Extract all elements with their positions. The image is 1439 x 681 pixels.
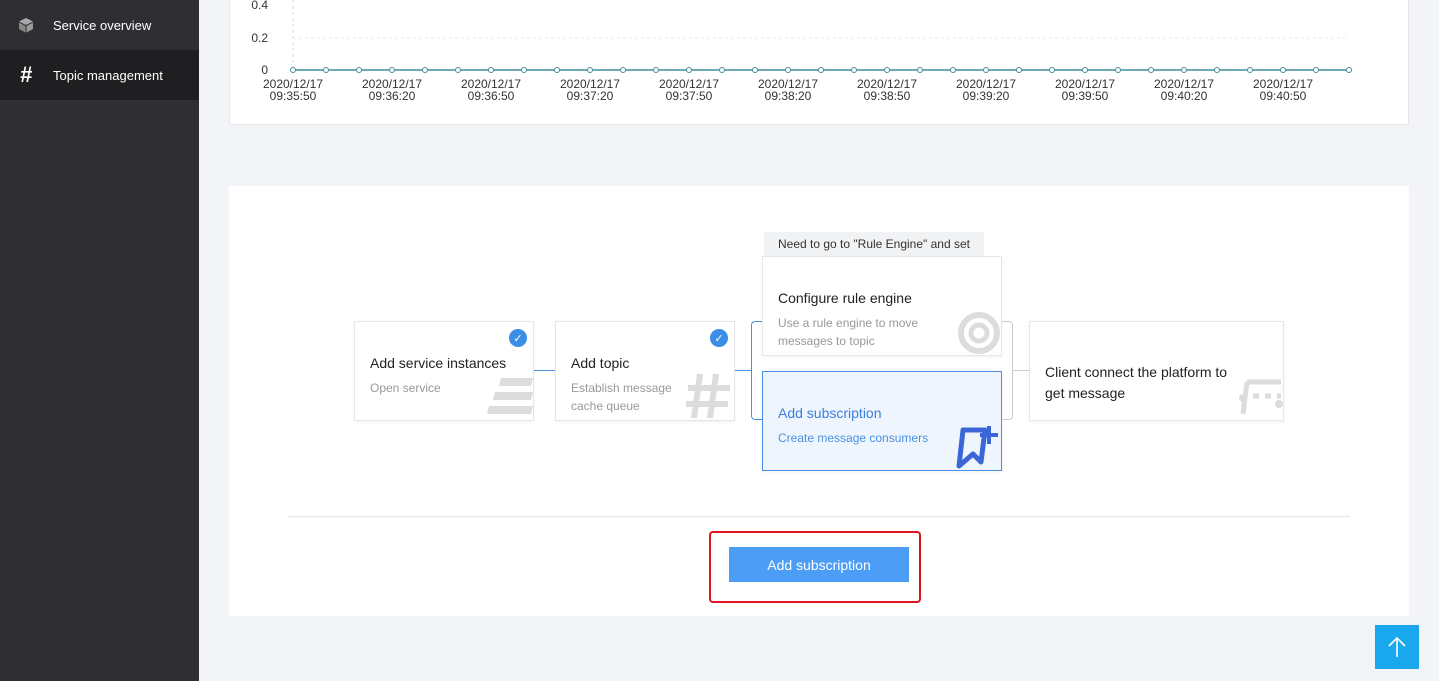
- y-tick-label: 0: [261, 63, 268, 77]
- data-point: [1016, 67, 1022, 73]
- data-point: [719, 67, 725, 73]
- data-point: [1313, 67, 1319, 73]
- data-point: [620, 67, 626, 73]
- step-add-subscription[interactable]: Add subscription Create message consumer…: [762, 371, 1002, 471]
- check-icon: ✓: [710, 329, 728, 347]
- rule-engine-icon: [958, 312, 1000, 354]
- data-point: [455, 67, 461, 73]
- x-tick-label: 09:36:50: [468, 89, 515, 103]
- x-tick-label: 09:38:50: [864, 89, 911, 103]
- x-tick-label: 09:35:50: [270, 89, 317, 103]
- step-client-connect[interactable]: Client connect the platform to get messa…: [1029, 321, 1284, 421]
- x-tick-label: 09:39:50: [1062, 89, 1109, 103]
- data-point: [1148, 67, 1154, 73]
- divider: [288, 516, 1350, 517]
- data-point: [587, 67, 593, 73]
- step-title: Add service instances: [370, 355, 507, 371]
- line-chart: 0.40.202020/12/1709:35:502020/12/1709:36…: [251, 0, 1352, 103]
- data-point: [1082, 67, 1088, 73]
- arrow-up-icon: [1388, 636, 1406, 657]
- data-point: [290, 67, 296, 73]
- step-title: Add subscription: [778, 405, 882, 421]
- sidebar-item-topic-management[interactable]: # Topic management: [0, 50, 199, 100]
- step-title: Add topic: [571, 355, 630, 371]
- data-point: [752, 67, 758, 73]
- x-tick-label: 09:40:20: [1161, 89, 1208, 103]
- y-tick-label: 0.4: [251, 0, 268, 12]
- data-point: [1346, 67, 1352, 73]
- flow-bracket: [1001, 321, 1013, 420]
- connect-icon: [1239, 379, 1283, 415]
- data-point: [917, 67, 923, 73]
- message-chart: 0.4 0.2 0 2020/12/17 09:35:50 2020/12/17 09:36…: [229, 0, 1409, 125]
- back-to-top-button[interactable]: [1375, 625, 1419, 669]
- step-desc: Open service: [370, 381, 441, 395]
- step-add-service-instances[interactable]: Add service instances Open service ✓: [354, 321, 534, 421]
- data-point: [884, 67, 890, 73]
- data-point: [554, 67, 560, 73]
- data-point: [389, 67, 395, 73]
- data-point: [1214, 67, 1220, 73]
- sidebar-item-label: Service overview: [53, 17, 152, 33]
- x-tick-label: 09:38:20: [765, 89, 812, 103]
- x-tick-label: 09:40:50: [1260, 89, 1307, 103]
- subscription-flow: Need to go to "Rule Engine" and set Add …: [229, 186, 1409, 616]
- step-desc: Use a rule engine to move messages to to…: [778, 316, 919, 348]
- y-tick-label: 0.2: [251, 31, 268, 45]
- step-desc: Create message consumers: [778, 431, 929, 445]
- data-point: [1049, 67, 1055, 73]
- data-point: [950, 67, 956, 73]
- data-point: [422, 67, 428, 73]
- flow-connector: [1013, 370, 1029, 371]
- hash-icon: #: [19, 62, 33, 87]
- data-point: [356, 67, 362, 73]
- data-point: [488, 67, 494, 73]
- sidebar-item-service-overview[interactable]: Service overview: [0, 0, 199, 50]
- data-point: [653, 67, 659, 73]
- x-tick-label: 09:37:50: [666, 89, 713, 103]
- sidebar-item-label: Topic management: [53, 67, 163, 83]
- cube-icon: [16, 15, 36, 35]
- x-tick-label: 09:36:20: [369, 89, 416, 103]
- list-icon: [487, 378, 533, 414]
- add-subscription-button[interactable]: Add subscription: [729, 547, 909, 582]
- check-icon: ✓: [509, 329, 527, 347]
- data-point: [686, 67, 692, 73]
- rule-engine-tip: Need to go to "Rule Engine" and set: [764, 232, 984, 256]
- data-point: [521, 67, 527, 73]
- flow-connector: [734, 370, 752, 371]
- step-configure-rule-engine[interactable]: Configure rule engine Use a rule engine …: [762, 256, 1002, 356]
- data-point: [983, 67, 989, 73]
- data-point: [818, 67, 824, 73]
- data-point: [1247, 67, 1253, 73]
- step-add-topic[interactable]: Add topic Establish message cache queue …: [555, 321, 735, 421]
- data-point: [785, 67, 791, 73]
- flow-connector: [533, 370, 555, 371]
- subscription-icon: [956, 426, 998, 469]
- data-point: [1280, 67, 1286, 73]
- data-point: [851, 67, 857, 73]
- step-title: Configure rule engine: [778, 290, 912, 306]
- sidebar: Service overview # Topic management: [0, 0, 199, 681]
- hash-icon: [686, 373, 730, 419]
- step-title: Client connect the platform to get messa…: [1045, 364, 1228, 401]
- step-desc: Establish message cache queue: [571, 381, 672, 413]
- data-point: [323, 67, 329, 73]
- data-point: [1115, 67, 1121, 73]
- data-point: [1181, 67, 1187, 73]
- x-tick-label: 09:37:20: [567, 89, 614, 103]
- x-tick-label: 09:39:20: [963, 89, 1010, 103]
